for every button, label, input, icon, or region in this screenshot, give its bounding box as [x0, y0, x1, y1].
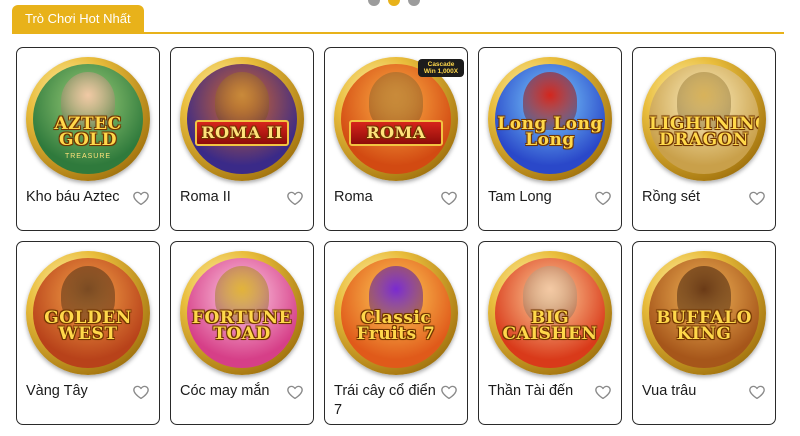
game-name: Trái cây cổ điển 7	[334, 383, 436, 418]
game-name: Vàng Tây	[26, 383, 88, 399]
game-logo-text: Long Long Long	[497, 114, 603, 150]
heart-outline-icon[interactable]	[748, 189, 766, 207]
game-thumbnail[interactable]: Long Long Long	[488, 57, 612, 181]
game-card[interactable]: ROMA II Roma II	[170, 47, 314, 231]
heart-outline-icon[interactable]	[286, 189, 304, 207]
game-artwork: Classic Fruits 7	[341, 258, 451, 368]
heart-outline-icon[interactable]	[286, 383, 304, 401]
game-thumbnail[interactable]: GOLDEN WEST	[26, 251, 150, 375]
game-artwork: LIGHTNING DRAGON	[649, 64, 759, 174]
game-logo-text: ROMA II	[195, 120, 289, 146]
game-thumbnail[interactable]: Classic Fruits 7	[334, 251, 458, 375]
game-name: Roma II	[180, 189, 231, 205]
game-card[interactable]: LIGHTNING DRAGON Rồng sét	[632, 47, 776, 231]
game-thumbnail[interactable]: ROMA Cascade Win 1,000X	[334, 57, 464, 181]
game-name: Roma	[334, 189, 373, 205]
game-thumbnail[interactable]: BIG CAISHEN	[488, 251, 612, 375]
game-card[interactable]: ROMA Cascade Win 1,000X Roma	[324, 47, 468, 231]
heart-outline-icon[interactable]	[440, 383, 458, 401]
game-card[interactable]: AZTEC GOLD TREASURE Kho báu Aztec	[16, 47, 160, 231]
game-badge: Cascade Win 1,000X	[418, 59, 464, 77]
game-grid: AZTEC GOLD TREASURE Kho báu Aztec ROMA II Ro…	[16, 47, 778, 425]
game-card[interactable]: Classic Fruits 7 Trái cây cổ điển 7	[324, 241, 468, 425]
game-card[interactable]: BUFFALO KING Vua trâu	[632, 241, 776, 425]
heart-outline-icon[interactable]	[594, 383, 612, 401]
game-name: Tam Long	[488, 189, 552, 205]
heart-outline-icon[interactable]	[132, 383, 150, 401]
game-card[interactable]: BIG CAISHEN Thần Tài đến	[478, 241, 622, 425]
game-logo-text: FORTUNE TOAD	[191, 308, 293, 344]
game-logo-text: AZTEC GOLD	[54, 114, 122, 150]
game-logo-text: ROMA	[349, 120, 443, 146]
game-thumbnail[interactable]: LIGHTNING DRAGON	[642, 57, 766, 181]
game-artwork: FORTUNE TOAD	[187, 258, 297, 368]
game-logo-subtext: TREASURE	[64, 153, 112, 160]
game-name: Rồng sét	[642, 189, 701, 205]
game-artwork: BIG CAISHEN	[495, 258, 605, 368]
game-card[interactable]: FORTUNE TOAD Cóc may mắn	[170, 241, 314, 425]
game-card[interactable]: Long Long Long Tam Long	[478, 47, 622, 231]
heart-outline-icon[interactable]	[132, 189, 150, 207]
game-card[interactable]: GOLDEN WEST Vàng Tây	[16, 241, 160, 425]
game-name: Cóc may mắn	[180, 383, 270, 399]
section-title: Trò Chơi Hot Nhất	[12, 5, 144, 32]
game-thumbnail[interactable]: BUFFALO KING	[642, 251, 766, 375]
game-artwork: BUFFALO KING	[649, 258, 759, 368]
heart-outline-icon[interactable]	[748, 383, 766, 401]
game-logo-text: Classic Fruits 7	[356, 308, 436, 344]
game-name: Kho báu Aztec	[26, 189, 120, 205]
game-name: Thần Tài đến	[488, 383, 574, 399]
game-logo-text: BIG CAISHEN	[502, 308, 598, 344]
game-artwork: ROMA	[341, 64, 451, 174]
game-artwork: GOLDEN WEST	[33, 258, 143, 368]
game-artwork: AZTEC GOLD TREASURE	[33, 64, 143, 174]
game-thumbnail[interactable]: FORTUNE TOAD	[180, 251, 304, 375]
game-logo-text: LIGHTNING DRAGON	[649, 114, 759, 150]
game-artwork: ROMA II	[187, 64, 297, 174]
game-name: Vua trâu	[642, 383, 697, 399]
heart-outline-icon[interactable]	[594, 189, 612, 207]
heart-outline-icon[interactable]	[440, 189, 458, 207]
game-thumbnail[interactable]: ROMA II	[180, 57, 304, 181]
section-header: Trò Chơi Hot Nhất	[12, 5, 784, 34]
game-thumbnail[interactable]: AZTEC GOLD TREASURE	[26, 57, 150, 181]
game-logo-text: BUFFALO KING	[656, 308, 752, 344]
game-logo-text: GOLDEN WEST	[44, 308, 132, 344]
game-artwork: Long Long Long	[495, 64, 605, 174]
